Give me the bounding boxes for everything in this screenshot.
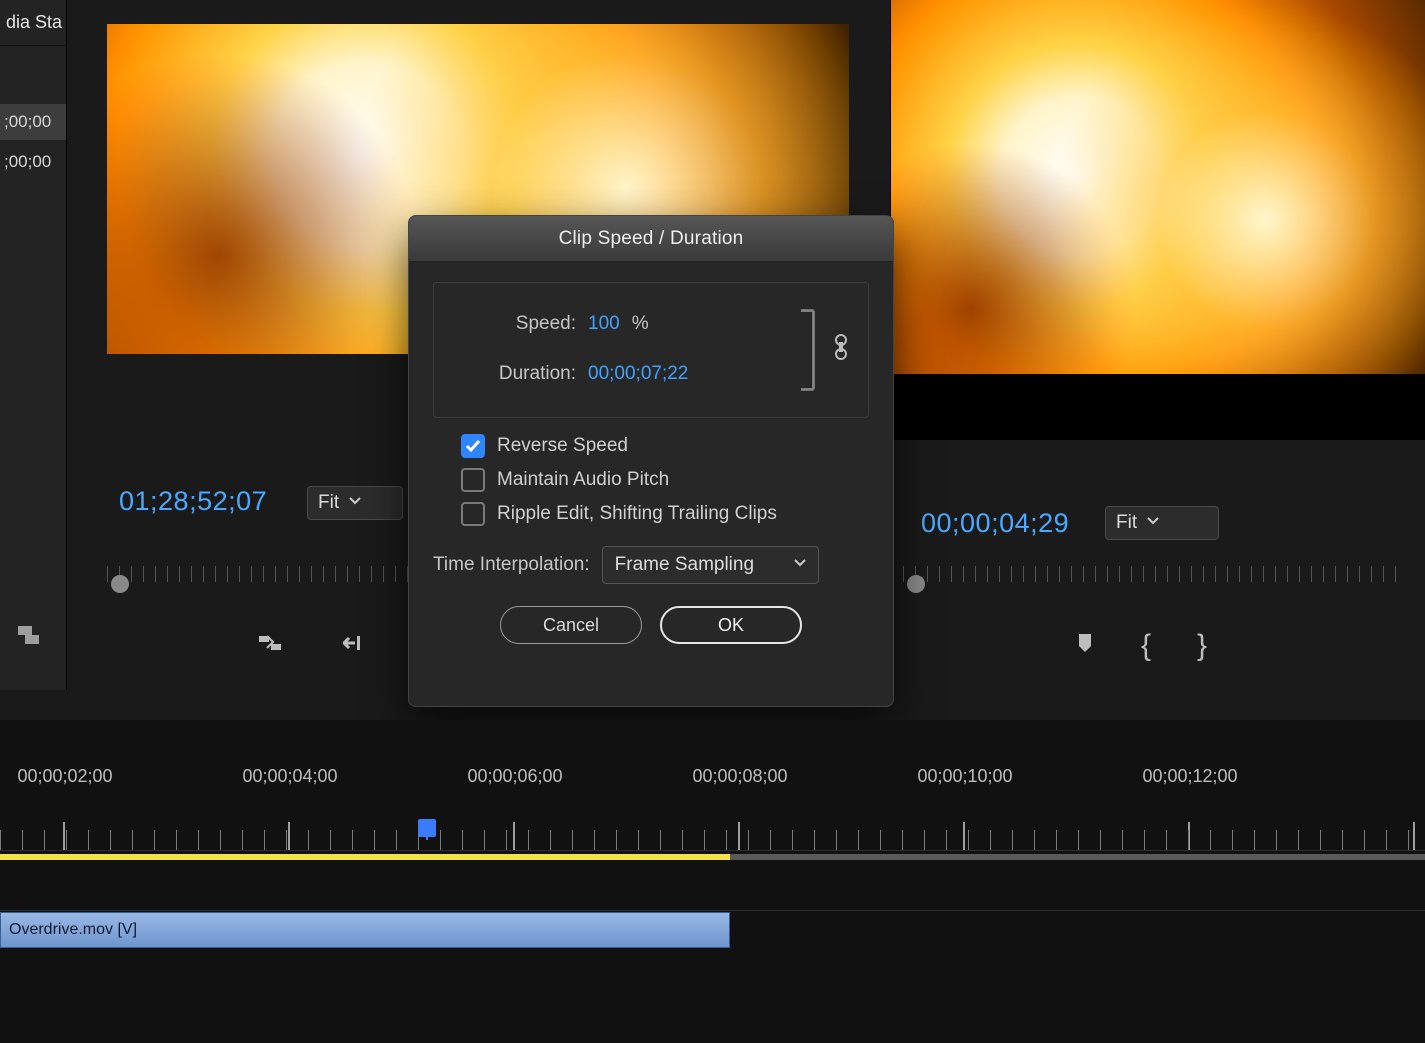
ripple-edit-row[interactable]: Ripple Edit, Shifting Trailing Clips xyxy=(461,502,869,526)
panel-tab-truncated[interactable]: dia Sta xyxy=(0,0,66,46)
ripple-edit-checkbox[interactable] xyxy=(461,502,485,526)
ruler-label: 00;00;02;00 xyxy=(17,766,112,787)
ruler-label: 00;00;10;00 xyxy=(917,766,1012,787)
dialog-body: Speed: 100 % Duration: 00;00;07;22 Rever… xyxy=(409,262,893,660)
out-timecode-row[interactable]: ;00;00 xyxy=(0,144,66,180)
source-timecode[interactable]: 01;28;52;07 xyxy=(119,486,267,517)
mark-in-icon[interactable] xyxy=(1075,632,1095,660)
out-timecode-value: ;00;00 xyxy=(4,152,51,172)
chevron-down-icon xyxy=(794,559,806,571)
insert-icon[interactable] xyxy=(257,632,283,660)
speed-value[interactable]: 100 xyxy=(588,313,620,335)
link-toggle-icon[interactable] xyxy=(832,334,850,366)
program-monitor-panel: 00;00;04;29 Fit { } xyxy=(890,0,1425,690)
track-divider xyxy=(0,850,1425,851)
brace-close-icon[interactable]: } xyxy=(1197,629,1207,663)
clip-speed-duration-dialog: Clip Speed / Duration Speed: 100 % Durat… xyxy=(408,215,894,707)
program-toolstrip: { } xyxy=(1075,626,1207,666)
speed-unit: % xyxy=(632,313,649,335)
source-zoom-select[interactable]: Fit xyxy=(307,486,403,520)
reverse-speed-label: Reverse Speed xyxy=(497,435,628,457)
track-divider xyxy=(0,910,1425,911)
ruler-label: 00;00;06;00 xyxy=(467,766,562,787)
source-playhead-dot[interactable] xyxy=(111,575,129,593)
cancel-button[interactable]: Cancel xyxy=(500,606,642,644)
program-mini-ruler[interactable] xyxy=(891,562,1425,592)
timeline-ruler[interactable]: 00;00;02;00 00;00;04;00 00;00;06;00 00;0… xyxy=(0,760,1425,840)
speed-label: Speed: xyxy=(454,313,576,335)
timeline-clip-label: Overdrive.mov [V] xyxy=(9,921,137,939)
work-area-bar-inactive xyxy=(730,854,1425,860)
speed-row: Speed: 100 % xyxy=(454,313,848,335)
link-bracket-icon xyxy=(798,307,820,393)
time-interpolation-select[interactable]: Frame Sampling xyxy=(602,546,819,584)
brace-open-icon[interactable]: { xyxy=(1141,629,1151,663)
chevron-down-icon xyxy=(1147,517,1159,529)
ok-button[interactable]: OK xyxy=(660,606,802,644)
program-zoom-select[interactable]: Fit xyxy=(1105,506,1219,540)
time-interpolation-value: Frame Sampling xyxy=(615,554,754,576)
source-zoom-value: Fit xyxy=(318,492,339,514)
duration-label: Duration: xyxy=(454,363,576,385)
in-timecode-row[interactable]: ;00;00 xyxy=(0,104,66,140)
program-zoom-value: Fit xyxy=(1116,512,1137,534)
program-timecode[interactable]: 00;00;04;29 xyxy=(921,508,1069,539)
dialog-title: Clip Speed / Duration xyxy=(409,216,893,262)
timeline-playhead[interactable] xyxy=(426,833,428,840)
overwrite-icon[interactable] xyxy=(343,632,369,660)
time-interpolation-label: Time Interpolation: xyxy=(433,554,590,576)
ruler-label: 00;00;04;00 xyxy=(242,766,337,787)
left-panel-sliver: dia Sta ;00;00 ;00;00 xyxy=(0,0,66,690)
time-interpolation-row: Time Interpolation: Frame Sampling xyxy=(433,546,869,584)
maintain-pitch-label: Maintain Audio Pitch xyxy=(497,469,669,491)
program-ruler-ticks xyxy=(903,566,1405,582)
playhead-head-icon[interactable] xyxy=(418,819,436,837)
panel-tab-text: dia Sta xyxy=(6,12,62,33)
program-video-preview[interactable] xyxy=(891,0,1425,440)
reverse-speed-row[interactable]: Reverse Speed xyxy=(461,434,869,458)
maintain-pitch-row[interactable]: Maintain Audio Pitch xyxy=(461,468,869,492)
reverse-speed-checkbox[interactable] xyxy=(461,434,485,458)
dialog-button-row: Cancel OK xyxy=(433,606,869,644)
duration-value[interactable]: 00;00;07;22 xyxy=(588,363,688,385)
duration-row: Duration: 00;00;07;22 xyxy=(454,363,848,385)
program-playhead-dot[interactable] xyxy=(907,575,925,593)
speed-duration-group: Speed: 100 % Duration: 00;00;07;22 xyxy=(433,282,869,418)
maintain-pitch-checkbox[interactable] xyxy=(461,468,485,492)
ruler-ticks-minor xyxy=(0,830,1425,850)
preview-letterbox xyxy=(891,374,1425,440)
source-toolstrip xyxy=(257,626,369,666)
panel-menu-icon[interactable] xyxy=(18,626,40,650)
chevron-down-icon xyxy=(349,497,361,509)
ruler-label: 00;00;12;00 xyxy=(1142,766,1237,787)
ripple-edit-label: Ripple Edit, Shifting Trailing Clips xyxy=(497,503,777,525)
timeline-panel: 00;00;02;00 00;00;04;00 00;00;06;00 00;0… xyxy=(0,720,1425,1043)
ruler-label: 00;00;08;00 xyxy=(692,766,787,787)
work-area-bar[interactable] xyxy=(0,854,730,860)
timeline-clip[interactable]: Overdrive.mov [V] xyxy=(0,912,730,948)
in-timecode-value: ;00;00 xyxy=(4,112,51,132)
